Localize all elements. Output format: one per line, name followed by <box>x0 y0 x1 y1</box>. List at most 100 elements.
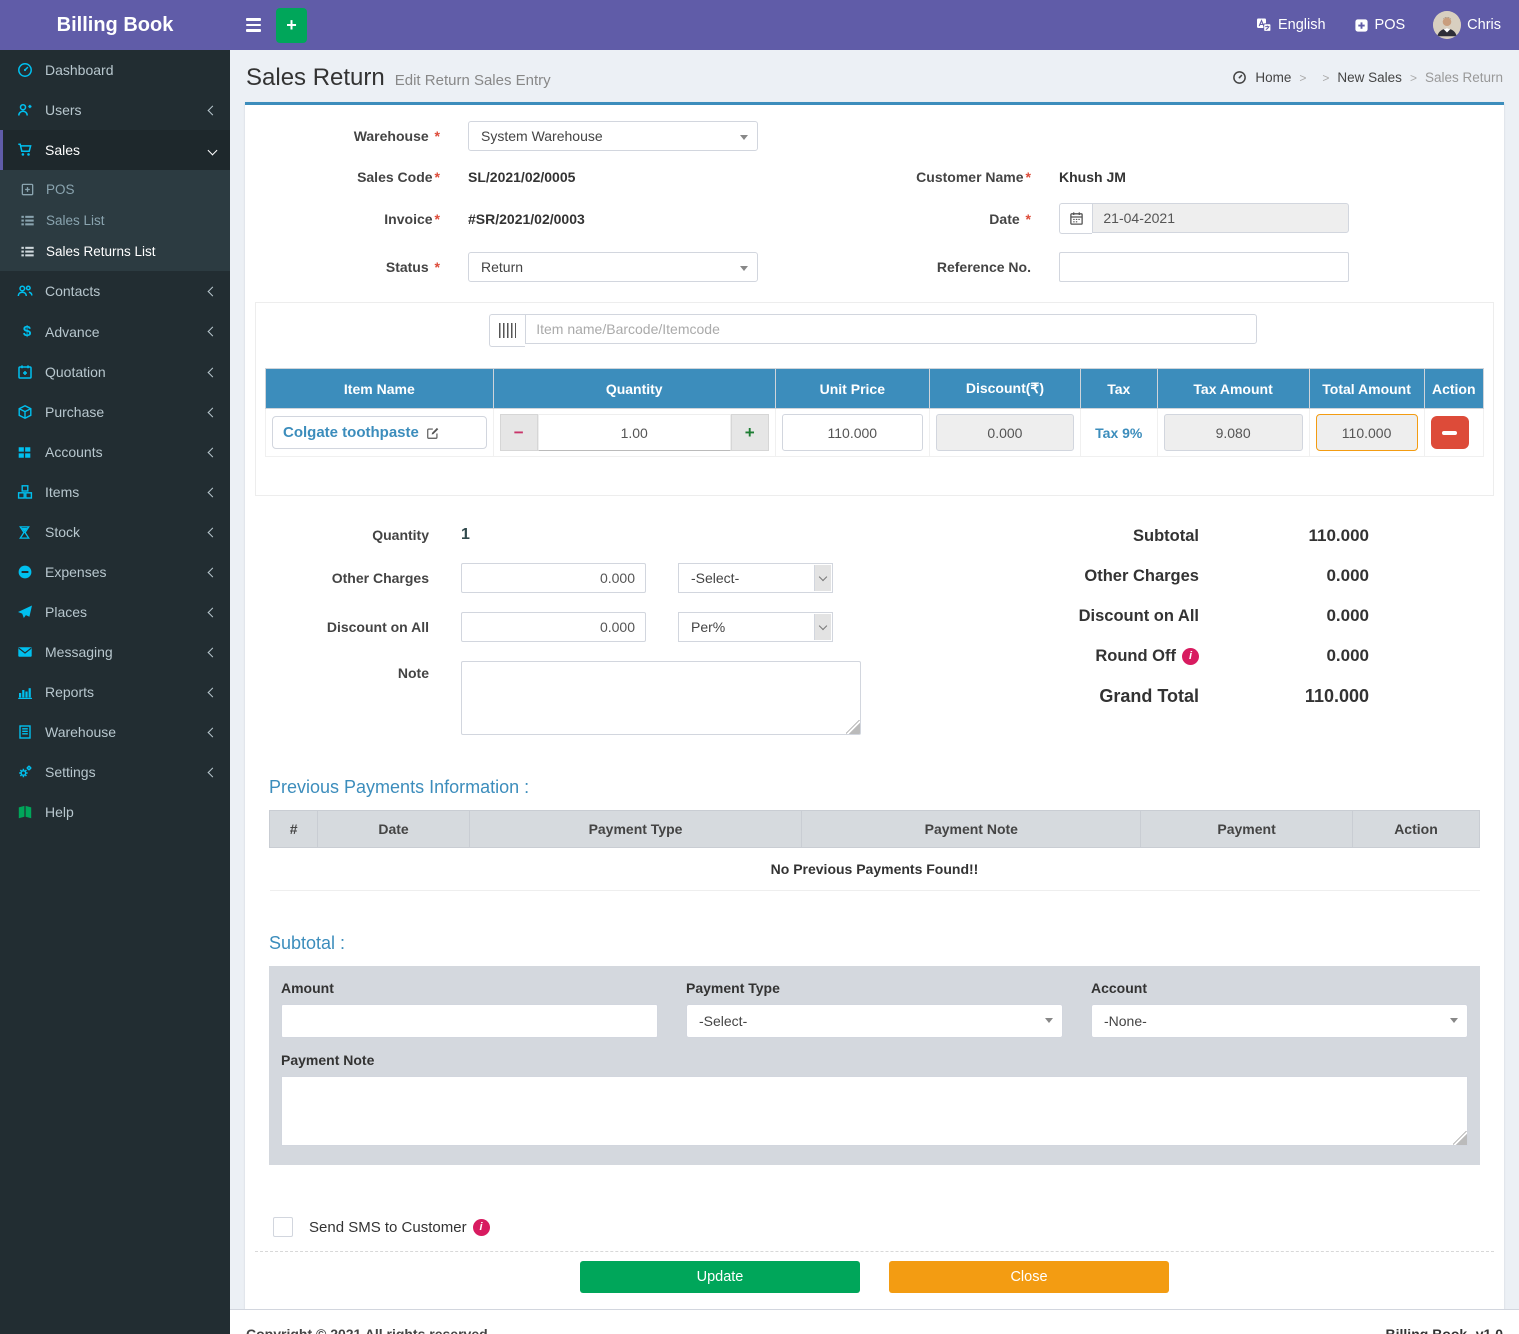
previous-payments-title: Previous Payments Information : <box>269 777 1480 798</box>
amount-field[interactable] <box>281 1004 658 1038</box>
hamburger-icon[interactable] <box>230 0 276 50</box>
cart-icon <box>17 142 37 158</box>
sidebar-item-help[interactable]: Help <box>0 792 230 832</box>
items-table: Item NameQuantity Unit PriceDiscount(₹) … <box>265 368 1484 457</box>
account-select[interactable]: -None- <box>1091 1004 1468 1038</box>
other-charges-input[interactable] <box>461 563 646 593</box>
sidebar-item-reports[interactable]: Reports <box>0 672 230 712</box>
sidebar-item-sales-returns-list[interactable]: Sales Returns List <box>0 236 230 267</box>
item-row: Colgate toothpaste <box>266 409 1484 457</box>
sidebar-item-dashboard[interactable]: Dashboard <box>0 50 230 90</box>
sidebar-item-messaging[interactable]: Messaging <box>0 632 230 672</box>
sidebar-item-accounts[interactable]: Accounts <box>0 432 230 472</box>
sidebar-item-sales[interactable]: Sales <box>0 130 230 170</box>
item-search-input[interactable] <box>525 314 1257 344</box>
sidebar-item-advance[interactable]: $ Advance <box>0 311 230 352</box>
sidebar-item-warehouse[interactable]: Warehouse <box>0 712 230 752</box>
chevron-down-icon <box>814 614 831 640</box>
quantity-input[interactable] <box>538 414 731 451</box>
info-icon[interactable]: i <box>473 1219 490 1236</box>
tax-link[interactable]: Tax 9% <box>1095 425 1142 441</box>
sidebar-item-purchase[interactable]: Purchase <box>0 392 230 432</box>
other-charges-total: 0.000 <box>1199 566 1369 586</box>
payment-note-textarea[interactable] <box>281 1076 1468 1146</box>
sidebar-item-contacts[interactable]: Contacts <box>0 271 230 311</box>
building-icon <box>17 724 37 740</box>
user-menu[interactable]: Chris <box>1433 11 1501 39</box>
add-button[interactable]: + <box>276 8 307 43</box>
items-table-header: Item NameQuantity Unit PriceDiscount(₹) … <box>266 369 1484 409</box>
gears-icon <box>17 764 37 780</box>
caret-down-icon <box>740 135 748 140</box>
hourglass-icon <box>17 525 37 540</box>
app-logo[interactable]: Billing Book <box>0 0 230 50</box>
caret-down-icon <box>1450 1018 1458 1023</box>
caret-down-icon <box>1045 1018 1053 1023</box>
navbar: + English <box>230 0 1519 50</box>
breadcrumb-home[interactable]: Home <box>1255 70 1291 85</box>
other-charges-select[interactable]: -Select- <box>678 563 833 593</box>
item-name-cell[interactable]: Colgate toothpaste <box>272 416 487 449</box>
paper-plane-icon <box>17 604 37 620</box>
sidebar-item-quotation[interactable]: Quotation <box>0 352 230 392</box>
invoice-value: #SR/2021/02/0003 <box>468 211 758 227</box>
note-textarea[interactable] <box>461 661 861 735</box>
chevron-down-icon <box>208 145 218 155</box>
quantity-minus-button[interactable]: − <box>500 414 538 451</box>
sales-submenu: POS Sales List Sales Ret <box>0 170 230 271</box>
chevron-left-icon <box>208 447 218 457</box>
reference-no-field[interactable] <box>1059 252 1349 282</box>
quantity-plus-button[interactable]: + <box>731 414 769 451</box>
sidebar-item-sales-list[interactable]: Sales List <box>0 205 230 236</box>
language-label: English <box>1278 17 1326 33</box>
send-sms-checkbox[interactable] <box>273 1217 293 1237</box>
round-off-value: 0.000 <box>1199 646 1369 666</box>
sales-code-value: SL/2021/02/0005 <box>468 169 758 185</box>
contacts-icon <box>17 283 37 299</box>
sidebar-item-stock[interactable]: Stock <box>0 512 230 552</box>
calendar-plus-icon <box>17 364 37 380</box>
send-sms-label: Send SMS to Customer <box>309 1219 467 1236</box>
grand-total-value: 110.000 <box>1199 686 1369 707</box>
sidebar-item-expenses[interactable]: Expenses <box>0 552 230 592</box>
warehouse-select[interactable]: System Warehouse <box>468 121 758 151</box>
charges-section: Quantity 1 Other Charges -Select- Discou… <box>255 526 833 735</box>
payment-type-select[interactable]: -Select- <box>686 1004 1063 1038</box>
info-icon[interactable]: i <box>1182 648 1199 665</box>
discount-input <box>936 414 1074 451</box>
date-field[interactable] <box>1092 203 1349 233</box>
sidebar-item-users[interactable]: Users <box>0 90 230 130</box>
sidebar-item-pos[interactable]: POS <box>0 174 230 205</box>
list-icon <box>20 244 37 259</box>
dollar-icon: $ <box>17 323 37 340</box>
status-select[interactable]: Return <box>468 252 758 282</box>
close-button[interactable]: Close <box>889 1261 1169 1293</box>
sidebar: Dashboard Users Sales <box>0 50 230 1334</box>
payment-section-title: Subtotal : <box>269 933 1480 954</box>
user-name: Chris <box>1467 17 1501 33</box>
language-menu[interactable]: English <box>1256 17 1326 33</box>
page-subtitle: Edit Return Sales Entry <box>395 72 551 89</box>
sidebar-item-places[interactable]: Places <box>0 592 230 632</box>
edit-icon[interactable] <box>426 426 440 440</box>
caret-down-icon <box>740 266 748 271</box>
sidebar-item-settings[interactable]: Settings <box>0 752 230 792</box>
avatar <box>1433 11 1461 39</box>
breadcrumb-new-sales[interactable]: New Sales <box>1337 70 1402 85</box>
chevron-left-icon <box>208 647 218 657</box>
pos-shortcut[interactable]: POS <box>1354 17 1406 33</box>
calendar-icon <box>1059 203 1092 234</box>
remove-item-button[interactable] <box>1431 416 1469 449</box>
cube-icon <box>17 404 37 420</box>
item-name-link[interactable]: Colgate toothpaste <box>283 424 419 441</box>
unit-price-input[interactable] <box>782 414 923 451</box>
sidebar-item-items[interactable]: Items <box>0 472 230 512</box>
subtotal-value: 110.000 <box>1199 526 1369 546</box>
item-panel: Item NameQuantity Unit PriceDiscount(₹) … <box>255 302 1494 496</box>
discount-type-select[interactable]: Per% <box>678 612 833 642</box>
update-button[interactable]: Update <box>580 1261 860 1293</box>
barcode-icon <box>489 314 525 347</box>
app-title: Billing Book <box>57 14 174 37</box>
discount-on-all-input[interactable] <box>461 612 646 642</box>
chevron-left-icon <box>208 527 218 537</box>
